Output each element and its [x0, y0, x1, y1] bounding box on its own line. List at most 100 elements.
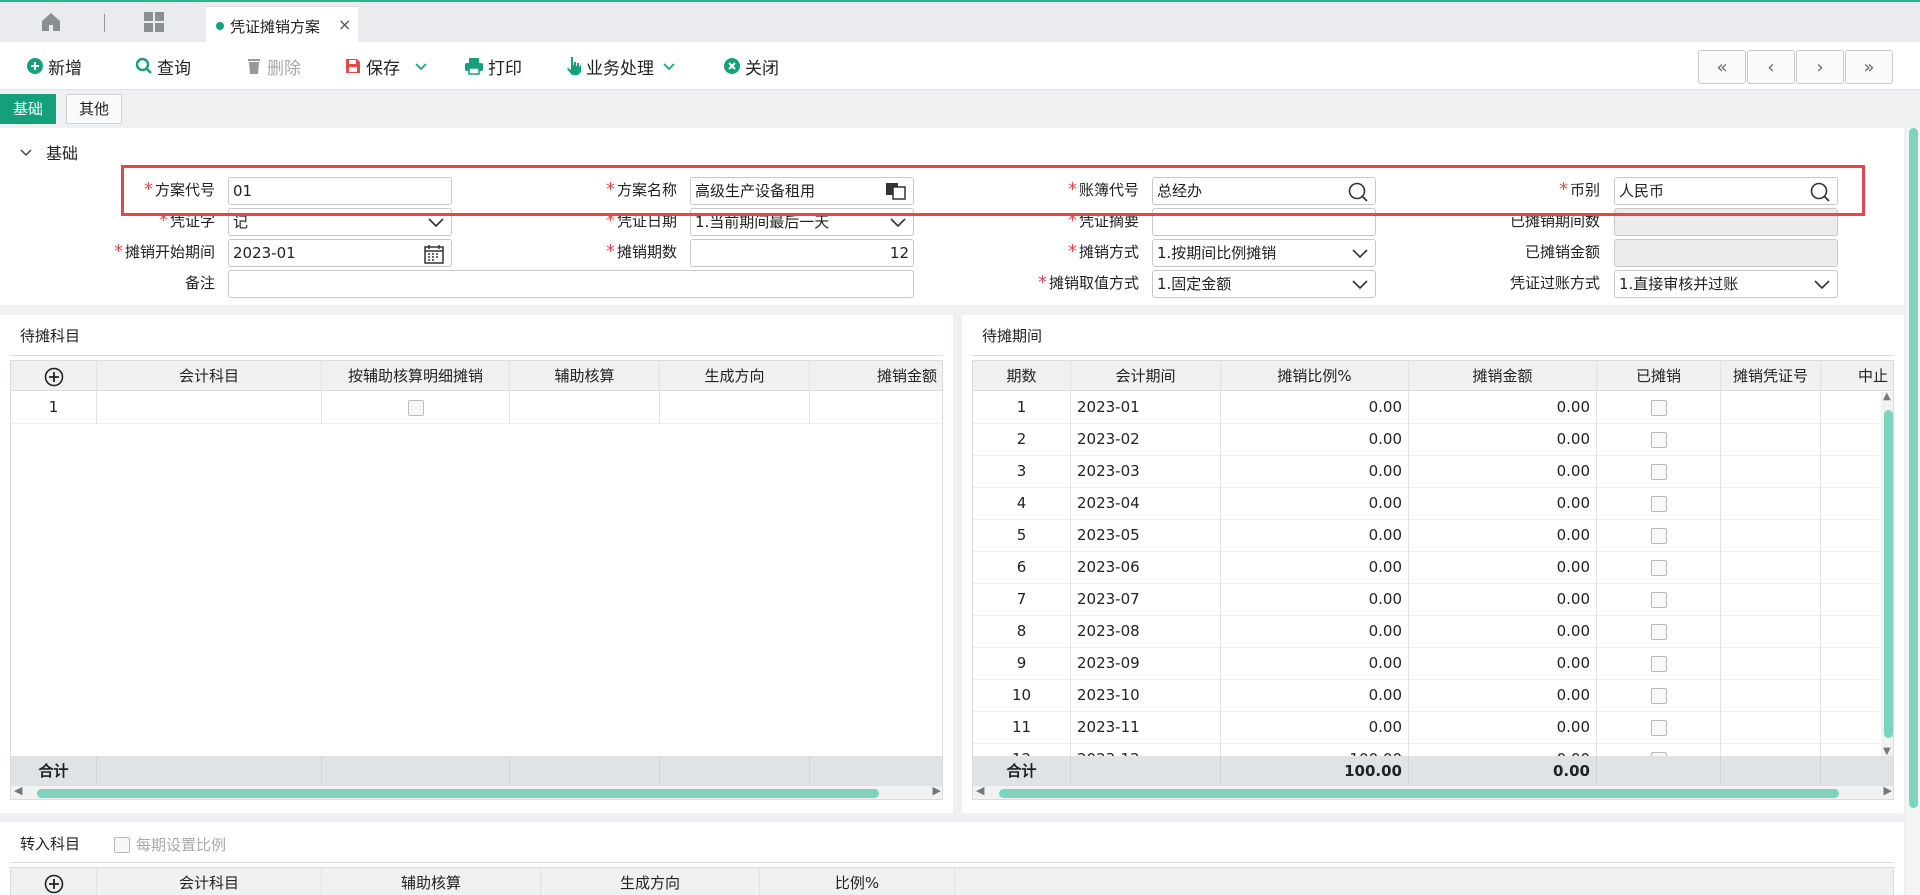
- period-cell[interactable]: 2023-09: [1071, 648, 1221, 679]
- horizontal-scrollbar[interactable]: ◀ ▶: [11, 784, 942, 799]
- amortized-cell[interactable]: [1597, 680, 1721, 711]
- amount-cell[interactable]: [810, 392, 942, 423]
- voucher-no-cell[interactable]: [1721, 520, 1821, 551]
- amortized-cell[interactable]: [1597, 552, 1721, 583]
- per-period-ratio-toggle[interactable]: 每期设置比例: [114, 834, 226, 855]
- remark-input[interactable]: [228, 270, 914, 298]
- stop-cell[interactable]: [1821, 616, 1881, 647]
- period-no-cell[interactable]: 1: [973, 392, 1071, 423]
- period-no-cell[interactable]: 3: [973, 456, 1071, 487]
- query-button[interactable]: 查询: [135, 54, 191, 79]
- table-row[interactable]: 122023-12100.000.00: [973, 744, 1881, 756]
- aux-cell[interactable]: [510, 392, 660, 423]
- amount-cell[interactable]: 0.00: [1409, 744, 1597, 756]
- period-no-cell[interactable]: 4: [973, 488, 1071, 519]
- stop-cell[interactable]: [1821, 520, 1881, 551]
- period-cell[interactable]: 2023-05: [1071, 520, 1221, 551]
- table-row[interactable]: 3 2023-03 0.00 0.00: [973, 456, 1881, 488]
- period-cell[interactable]: 2023-10: [1071, 680, 1221, 711]
- table-row[interactable]: 6 2023-06 0.00 0.00: [973, 552, 1881, 584]
- vertical-scrollbar[interactable]: ▲ ▼: [1881, 391, 1893, 757]
- amortized-checkbox[interactable]: [1650, 527, 1667, 544]
- period-no-cell[interactable]: 12: [973, 744, 1071, 756]
- amortized-checkbox[interactable]: [1650, 623, 1667, 640]
- table-row[interactable]: 8 2023-08 0.00 0.00: [973, 616, 1881, 648]
- ratio-cell[interactable]: 0.00: [1221, 584, 1409, 615]
- amount-cell[interactable]: 0.00: [1409, 648, 1597, 679]
- value-method-select[interactable]: 1.固定金额: [1152, 270, 1376, 298]
- print-button[interactable]: 打印: [464, 54, 522, 79]
- amortized-checkbox[interactable]: [1650, 559, 1667, 576]
- amount-cell[interactable]: 0.00: [1409, 680, 1597, 711]
- stop-cell[interactable]: [1821, 680, 1881, 711]
- page-scrollbar[interactable]: [1906, 128, 1920, 895]
- amortized-cell[interactable]: [1597, 520, 1721, 551]
- amortized-cell[interactable]: [1597, 424, 1721, 455]
- amortized-checkbox[interactable]: [1650, 399, 1667, 416]
- table-row[interactable]: 7 2023-07 0.00 0.00: [973, 584, 1881, 616]
- stop-cell[interactable]: [1821, 712, 1881, 743]
- period-cell[interactable]: 2023-02: [1071, 424, 1221, 455]
- period-no-cell[interactable]: 9: [973, 648, 1071, 679]
- voucher-no-cell[interactable]: [1721, 616, 1821, 647]
- table-row[interactable]: 2 2023-02 0.00 0.00: [973, 424, 1881, 456]
- amortized-checkbox[interactable]: [1650, 719, 1667, 736]
- amortized-cell[interactable]: [1597, 488, 1721, 519]
- amortized-checkbox[interactable]: [1650, 591, 1667, 608]
- period-cell[interactable]: 2023-12: [1071, 744, 1221, 756]
- ratio-cell[interactable]: 0.00: [1221, 648, 1409, 679]
- business-processing-button[interactable]: 业务处理: [566, 54, 676, 79]
- tab-basic[interactable]: 基础: [0, 94, 57, 124]
- period-cell[interactable]: 2023-08: [1071, 616, 1221, 647]
- tab-other[interactable]: 其他: [66, 94, 123, 124]
- ratio-cell[interactable]: 0.00: [1221, 456, 1409, 487]
- stop-cell[interactable]: [1821, 392, 1881, 423]
- period-no-cell[interactable]: 2: [973, 424, 1071, 455]
- amount-cell[interactable]: 0.00: [1409, 488, 1597, 519]
- start-period-input[interactable]: 2023-01: [228, 239, 452, 267]
- amortized-cell[interactable]: [1597, 712, 1721, 743]
- stop-cell[interactable]: [1821, 744, 1881, 756]
- direction-cell[interactable]: [660, 392, 810, 423]
- table-row[interactable]: 5 2023-05 0.00 0.00: [973, 520, 1881, 552]
- add-row-button[interactable]: [11, 868, 97, 895]
- table-row[interactable]: 4 2023-04 0.00 0.00: [973, 488, 1881, 520]
- scroll-thumb[interactable]: [1884, 410, 1893, 738]
- amortized-cell[interactable]: [1597, 616, 1721, 647]
- scroll-left-icon[interactable]: ◀: [976, 784, 984, 797]
- period-no-cell[interactable]: 8: [973, 616, 1071, 647]
- period-cell[interactable]: 2023-04: [1071, 488, 1221, 519]
- prev-record-button[interactable]: ‹: [1747, 50, 1795, 84]
- amortized-cell[interactable]: [1597, 392, 1721, 423]
- posting-method-select[interactable]: 1.直接审核并过账: [1614, 270, 1838, 298]
- amount-cell[interactable]: 0.00: [1409, 456, 1597, 487]
- ratio-cell[interactable]: 0.00: [1221, 424, 1409, 455]
- amount-cell[interactable]: 0.00: [1409, 552, 1597, 583]
- voucher-no-cell[interactable]: [1721, 680, 1821, 711]
- voucher-no-cell[interactable]: [1721, 712, 1821, 743]
- voucher-no-cell[interactable]: [1721, 648, 1821, 679]
- scroll-thumb[interactable]: [999, 789, 1839, 798]
- ratio-cell[interactable]: 100.00: [1221, 744, 1409, 756]
- scroll-up-icon[interactable]: ▲: [1883, 391, 1891, 402]
- aux-detail-cell[interactable]: [322, 392, 510, 423]
- scroll-left-icon[interactable]: ◀: [14, 784, 22, 797]
- voucher-no-cell[interactable]: [1721, 456, 1821, 487]
- amortized-cell[interactable]: [1597, 584, 1721, 615]
- ratio-cell[interactable]: 0.00: [1221, 712, 1409, 743]
- amount-cell[interactable]: 0.00: [1409, 616, 1597, 647]
- amortized-checkbox[interactable]: [1650, 655, 1667, 672]
- stop-cell[interactable]: [1821, 552, 1881, 583]
- amount-cell[interactable]: 0.00: [1409, 520, 1597, 551]
- scroll-right-icon[interactable]: ▶: [1884, 784, 1892, 797]
- ratio-cell[interactable]: 0.00: [1221, 552, 1409, 583]
- amount-cell[interactable]: 0.00: [1409, 424, 1597, 455]
- period-no-cell[interactable]: 5: [973, 520, 1071, 551]
- period-cell[interactable]: 2023-01: [1071, 392, 1221, 423]
- period-count-input[interactable]: 12: [690, 239, 914, 267]
- stop-cell[interactable]: [1821, 424, 1881, 455]
- page-scroll-thumb[interactable]: [1909, 128, 1918, 808]
- close-button[interactable]: 关闭: [723, 54, 779, 79]
- stop-cell[interactable]: [1821, 648, 1881, 679]
- ratio-cell[interactable]: 0.00: [1221, 680, 1409, 711]
